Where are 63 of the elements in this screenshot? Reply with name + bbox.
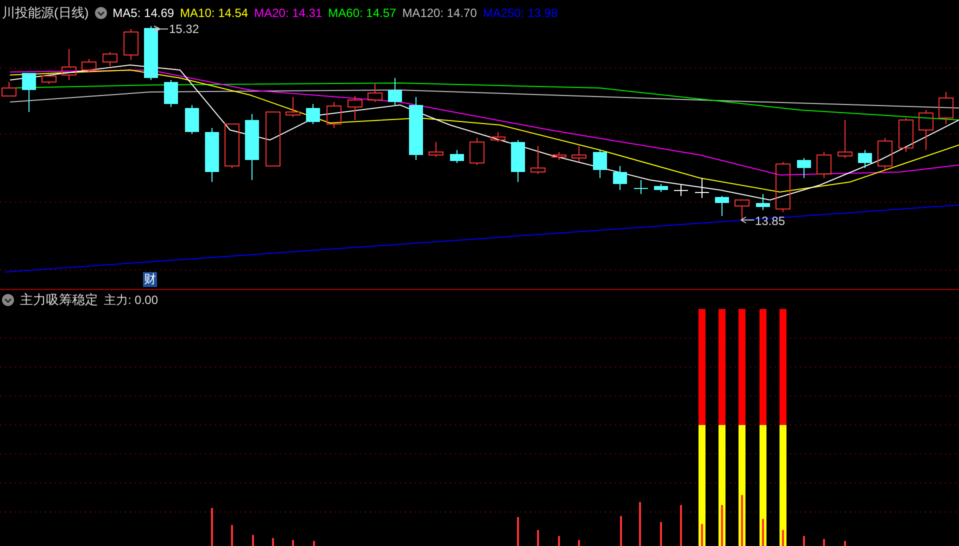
candlestick — [654, 184, 668, 192]
low-price-label: 13.85 — [755, 214, 786, 228]
dropdown-icon[interactable] — [2, 294, 14, 306]
candlestick — [511, 140, 525, 182]
chart-title: 川投能源(日线) — [2, 4, 89, 22]
candlestick — [530, 146, 546, 174]
candlestick — [409, 96, 423, 160]
moving-average-value: MA20: 14.31 — [254, 6, 322, 20]
arrow-icon — [154, 26, 168, 32]
candlestick — [593, 150, 607, 178]
candlestick — [450, 150, 464, 164]
candlestick — [82, 58, 96, 72]
candlestick — [572, 146, 586, 162]
candlestick — [470, 138, 484, 166]
candlestick — [164, 80, 178, 108]
dropdown-icon[interactable] — [94, 7, 107, 19]
candlestick — [388, 78, 402, 106]
moving-average-value: MA10: 14.54 — [180, 6, 248, 20]
candlestick — [776, 162, 790, 212]
moving-average-value: MA250: 13.98 — [482, 6, 558, 20]
candlestick — [674, 184, 688, 196]
candlestick — [428, 142, 444, 158]
candlestick — [756, 194, 770, 210]
candlestick — [224, 124, 240, 168]
candlestick — [185, 104, 199, 134]
candlestick — [2, 82, 16, 96]
candlestick — [490, 132, 506, 142]
candlestick — [715, 196, 729, 216]
candlestick — [734, 200, 750, 220]
candlestick — [124, 28, 138, 60]
candlestick — [878, 138, 892, 170]
candlestick — [245, 114, 259, 180]
candlestick — [205, 128, 219, 182]
high-price-label: 15.32 — [169, 22, 200, 36]
candlestick — [286, 96, 300, 118]
candlestick — [918, 110, 934, 150]
candlestick — [938, 92, 954, 124]
candlestick — [326, 102, 342, 128]
arrow-icon — [740, 216, 754, 224]
candlestick — [266, 112, 280, 166]
candlestick — [816, 152, 832, 178]
candlestick — [858, 150, 872, 168]
candlestick — [613, 166, 627, 190]
candlestick — [22, 72, 36, 112]
candlestick — [838, 120, 852, 158]
moving-average-value: MA5: 14.69 — [112, 6, 174, 20]
candlestick — [144, 26, 158, 80]
indicator-reading: 主力: 0.00 — [104, 292, 158, 308]
candlestick — [898, 118, 914, 152]
candlestick — [102, 52, 118, 66]
candlestick — [348, 96, 362, 120]
candlestick — [306, 104, 320, 124]
candlestick — [695, 178, 709, 198]
moving-average-value: MA120: 14.70 — [402, 6, 477, 20]
candlestick — [552, 152, 566, 160]
candlestick — [62, 48, 76, 80]
candlestick — [368, 82, 382, 102]
candlestick — [42, 76, 56, 84]
candlestick — [634, 180, 648, 194]
event-badge: 财 — [143, 272, 157, 287]
candlestick — [797, 158, 811, 178]
moving-average-value: MA60: 14.57 — [328, 6, 396, 20]
indicator-title: 主力吸筹稳定 — [20, 291, 98, 309]
